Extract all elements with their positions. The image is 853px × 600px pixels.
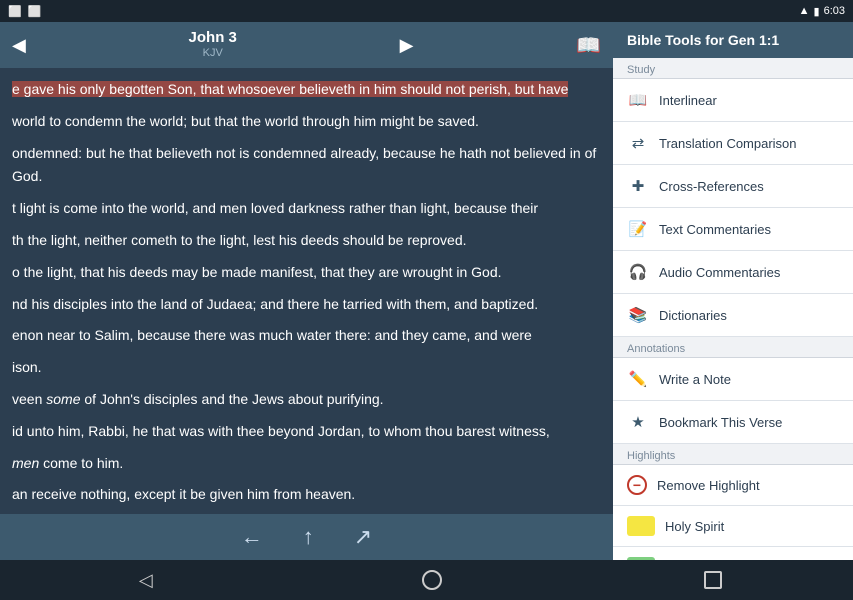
battery-icon: ▮ [814,5,820,18]
interlinear-label: Interlinear [659,93,717,108]
book-title: John 3 KJV [189,29,237,60]
audio-commentaries-icon: 🎧 [627,261,649,283]
status-icons: ▲ ▮ 6:03 [799,5,845,18]
status-bar: ⬜ ⬜ ▲ ▮ 6:03 [0,0,853,22]
audio-commentaries-label: Audio Commentaries [659,265,780,280]
verse-text-6: o the light, that his deeds may be made … [12,261,601,285]
android-recent-button[interactable] [704,571,722,589]
verse-text-12: men come to him. [12,452,601,476]
tool-interlinear[interactable]: 📖 Interlinear [613,79,853,122]
version-label: KJV [189,47,237,60]
tool-cross-references[interactable]: ✚ Cross-References [613,165,853,208]
back-button[interactable]: ← [241,524,263,550]
translation-comparison-label: Translation Comparison [659,136,797,151]
cross-references-label: Cross-References [659,179,764,194]
bible-panel: ◀ John 3 KJV ▶ 📖 e gave his only begotte… [0,22,613,560]
holy-spirit-label: Holy Spirit [665,519,724,534]
tool-audio-commentaries[interactable]: 🎧 Audio Commentaries [613,251,853,294]
verse-text-1: e gave his only begotten Son, that whoso… [12,78,601,102]
status-bar-left: ⬜ ⬜ [8,5,41,18]
main-area: ◀ John 3 KJV ▶ 📖 e gave his only begotte… [0,22,853,560]
dictionaries-label: Dictionaries [659,308,727,323]
app-icon-2: ⬜ [28,5,42,18]
android-back-button[interactable]: ◁ [131,565,161,595]
verse-text-9: ison. [12,356,601,380]
bible-nav: ◀ John 3 KJV ▶ 📖 [0,22,613,68]
book-name: John 3 [189,29,237,47]
verse-text-4: t light is come into the world, and men … [12,197,601,221]
cross-references-icon: ✚ [627,175,649,197]
annotations-section-label: Annotations [613,337,853,358]
study-section-label: Study [613,58,853,79]
tool-remove-highlight[interactable]: − Remove Highlight [613,465,853,506]
prev-chapter-button[interactable]: ◀ [12,35,26,56]
tool-write-note[interactable]: ✏️ Write a Note [613,358,853,401]
verse-text-11: id unto him, Rabbi, he that was with the… [12,420,601,444]
text-commentaries-label: Text Commentaries [659,222,771,237]
bible-text-content[interactable]: e gave his only begotten Son, that whoso… [0,68,613,514]
verse-text-13: an receive nothing, except it be given h… [12,483,601,507]
translation-comparison-icon: ⇄ [627,132,649,154]
interlinear-icon: 📖 [627,89,649,111]
android-home-button[interactable] [422,570,442,590]
tool-holy-spirit[interactable]: Holy Spirit [613,506,853,547]
book-icon[interactable]: 📖 [576,33,601,58]
holy-spirit-swatch [627,516,655,536]
wifi-icon: ▲ [799,5,810,17]
tools-content: Study 📖 Interlinear ⇄ Translation Compar… [613,58,853,560]
tool-grace[interactable]: Grace [613,547,853,560]
up-button[interactable]: ↑ [303,524,314,550]
verse-text-7: nd his disciples into the land of Judaea… [12,293,601,317]
write-note-label: Write a Note [659,372,731,387]
tool-translation-comparison[interactable]: ⇄ Translation Comparison [613,122,853,165]
text-commentaries-icon: 📝 [627,218,649,240]
verse-text-10: veen some of John's disciples and the Je… [12,388,601,412]
app-icon-1: ⬜ [8,5,22,18]
tools-header: Bible Tools for Gen 1:1 [613,22,853,58]
verse-text-8: enon near to Salim, because there was mu… [12,324,601,348]
time-display: 6:03 [824,5,845,17]
write-note-icon: ✏️ [627,368,649,390]
tools-panel: Bible Tools for Gen 1:1 Study 📖 Interlin… [613,22,853,560]
android-nav: ◁ [0,560,853,600]
verse-text-5: th the light, neither cometh to the ligh… [12,229,601,253]
share-button[interactable]: ↗ [354,524,372,550]
verse-text-3: ondemned: but he that believeth not is c… [12,142,601,190]
remove-highlight-icon: − [627,475,647,495]
tool-dictionaries[interactable]: 📚 Dictionaries [613,294,853,337]
bookmark-label: Bookmark This Verse [659,415,782,430]
bible-bottom-toolbar: ← ↑ ↗ [0,514,613,560]
tools-title: Bible Tools for Gen 1:1 [627,32,779,48]
remove-highlight-label: Remove Highlight [657,478,760,493]
verse-text-2: world to condemn the world; but that the… [12,110,601,134]
dictionaries-icon: 📚 [627,304,649,326]
bookmark-icon: ★ [627,411,649,433]
highlights-section-label: Highlights [613,444,853,465]
next-chapter-button[interactable]: ▶ [400,35,414,56]
tool-text-commentaries[interactable]: 📝 Text Commentaries [613,208,853,251]
tool-bookmark[interactable]: ★ Bookmark This Verse [613,401,853,444]
